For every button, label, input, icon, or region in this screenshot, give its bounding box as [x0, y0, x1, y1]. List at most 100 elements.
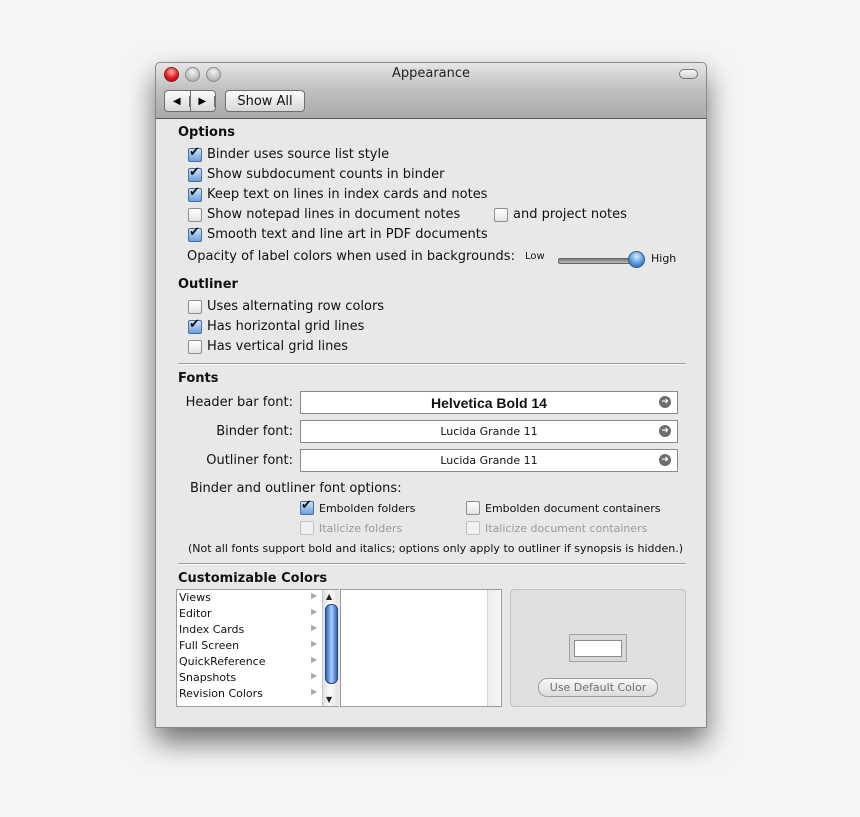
- list-item-label: Revision Colors: [179, 687, 263, 700]
- back-arrow-icon: ◀: [165, 95, 190, 107]
- show-all-button[interactable]: Show All: [225, 90, 305, 112]
- color-well[interactable]: [569, 634, 627, 662]
- list-item-label: Editor: [179, 607, 212, 620]
- divider: [178, 563, 686, 565]
- arrow-right-circle-icon[interactable]: ➜: [659, 425, 671, 437]
- checkbox: [466, 521, 480, 535]
- disclosure-triangle-icon: ▶: [311, 687, 318, 696]
- checkbox[interactable]: [494, 207, 508, 222]
- checkbox-label: Binder uses source list style: [207, 147, 390, 162]
- checkbox-label: Italicize folders: [319, 521, 403, 535]
- list-item[interactable]: Index Cards ▶: [179, 623, 319, 636]
- fonts-heading: Fonts: [178, 371, 219, 386]
- color-swatch: [574, 640, 622, 657]
- checkbox: [300, 521, 314, 535]
- forward-arrow-icon: ▶: [191, 95, 215, 107]
- checkbox[interactable]: [188, 145, 202, 162]
- font-value: Helvetica Bold 14: [431, 394, 547, 411]
- checkbox-alternating-rows[interactable]: Uses alternating row colors: [188, 299, 384, 314]
- checkbox-label: Keep text on lines in index cards and no…: [207, 187, 488, 202]
- checkbox[interactable]: [188, 225, 202, 242]
- checkbox-italicize-folders: Italicize folders: [300, 521, 402, 535]
- back-forward-control: ◀ ▶: [164, 90, 216, 112]
- disclosure-triangle-icon: ▶: [311, 671, 318, 680]
- list-item[interactable]: Full Screen ▶: [179, 639, 319, 652]
- checkbox[interactable]: [188, 299, 202, 314]
- scrollbar-thumb[interactable]: [325, 604, 338, 684]
- vertical-scrollbar[interactable]: [487, 590, 501, 706]
- checkbox-embolden-folders[interactable]: Embolden folders: [300, 498, 416, 515]
- checkbox-notepad-lines[interactable]: Show notepad lines in document notes: [188, 207, 460, 222]
- checkbox-italicize-containers: Italicize document containers: [466, 521, 647, 535]
- color-item-list[interactable]: [340, 589, 502, 707]
- list-item[interactable]: QuickReference ▶: [179, 655, 319, 668]
- scroll-up-arrow-icon[interactable]: ▲: [326, 592, 332, 601]
- checkbox-label: Embolden document containers: [485, 501, 661, 515]
- outliner-font-label: Outliner font:: [206, 453, 293, 468]
- colors-heading: Customizable Colors: [178, 571, 328, 586]
- checkbox-horizontal-grid[interactable]: Has horizontal grid lines: [188, 317, 364, 334]
- checkbox-label: and project notes: [513, 207, 627, 222]
- disclosure-triangle-icon: ▶: [311, 623, 318, 632]
- checkbox[interactable]: [466, 501, 480, 515]
- list-item-label: Snapshots: [179, 671, 237, 684]
- checkbox[interactable]: [188, 185, 202, 202]
- outliner-font-field[interactable]: Lucida Grande 11 ➜: [300, 449, 678, 472]
- disclosure-triangle-icon: ▶: [311, 639, 318, 648]
- list-item-label: Index Cards: [179, 623, 245, 636]
- opacity-high-label: High: [651, 252, 677, 265]
- opacity-label: Opacity of label colors when used in bac…: [187, 249, 515, 264]
- toolbar-toggle-button[interactable]: [679, 69, 698, 79]
- binder-font-field[interactable]: Lucida Grande 11 ➜: [300, 420, 678, 443]
- checkbox-binder-source-list[interactable]: Binder uses source list style: [188, 145, 390, 162]
- disclosure-triangle-icon: ▶: [311, 607, 318, 616]
- checkbox-project-notes[interactable]: and project notes: [494, 207, 627, 222]
- checkbox[interactable]: [188, 165, 202, 182]
- arrow-right-circle-icon[interactable]: ➜: [659, 396, 671, 408]
- checkbox-label: Show subdocument counts in binder: [207, 167, 445, 182]
- checkbox-label: Smooth text and line art in PDF document…: [207, 227, 488, 242]
- forward-button[interactable]: ▶: [191, 91, 215, 111]
- font-value: Lucida Grande 11: [440, 425, 538, 438]
- checkbox-smooth-pdf[interactable]: Smooth text and line art in PDF document…: [188, 225, 488, 242]
- checkbox-label: Uses alternating row colors: [207, 299, 385, 314]
- checkbox-vertical-grid[interactable]: Has vertical grid lines: [188, 339, 348, 354]
- title-bar: Appearance ◀ ▶ Show All: [156, 63, 706, 119]
- checkbox-subdocument-counts[interactable]: Show subdocument counts in binder: [188, 165, 445, 182]
- list-item-label: Views: [179, 591, 211, 604]
- checkbox-label: Show notepad lines in document notes: [207, 207, 461, 222]
- disclosure-triangle-icon: ▶: [311, 655, 318, 664]
- checkbox-label: Italicize document containers: [485, 521, 648, 535]
- window-title: Appearance: [391, 66, 471, 81]
- list-item-label: QuickReference: [179, 655, 266, 668]
- checkbox-label: Has vertical grid lines: [207, 339, 349, 354]
- checkbox-label: Embolden folders: [319, 501, 416, 515]
- checkbox[interactable]: [300, 498, 314, 515]
- opacity-slider-track[interactable]: [558, 258, 638, 264]
- arrow-right-circle-icon[interactable]: ➜: [659, 454, 671, 466]
- back-button[interactable]: ◀: [165, 91, 191, 111]
- checkbox[interactable]: [188, 317, 202, 334]
- checkbox[interactable]: [188, 339, 202, 354]
- list-item[interactable]: Views ▶: [179, 591, 319, 604]
- use-default-color-button[interactable]: Use Default Color: [538, 678, 658, 697]
- checkbox-keep-text-on-lines[interactable]: Keep text on lines in index cards and no…: [188, 185, 488, 202]
- outliner-heading: Outliner: [178, 277, 238, 292]
- disclosure-triangle-icon: ▶: [311, 591, 318, 600]
- checkbox[interactable]: [188, 207, 202, 222]
- options-heading: Options: [178, 125, 235, 140]
- font-value: Lucida Grande 11: [440, 454, 538, 467]
- appearance-window: Appearance ◀ ▶ Show All Options Binder u…: [155, 62, 707, 728]
- divider: [178, 363, 686, 365]
- scroll-down-arrow-icon[interactable]: ▼: [326, 695, 332, 704]
- opacity-low-label: Low: [525, 251, 545, 262]
- list-item[interactable]: Snapshots ▶: [179, 671, 319, 684]
- opacity-slider-knob[interactable]: [628, 251, 645, 268]
- color-panel: Use Default Color: [510, 589, 686, 707]
- checkbox-embolden-containers[interactable]: Embolden document containers: [466, 501, 661, 515]
- list-item[interactable]: Revision Colors ▶: [179, 687, 319, 700]
- list-item[interactable]: Editor ▶: [179, 607, 319, 620]
- header-bar-font-field[interactable]: Helvetica Bold 14 ➜: [300, 391, 678, 414]
- header-bar-font-label: Header bar font:: [185, 395, 293, 410]
- vertical-scrollbar[interactable]: ▲ ▼: [322, 590, 338, 706]
